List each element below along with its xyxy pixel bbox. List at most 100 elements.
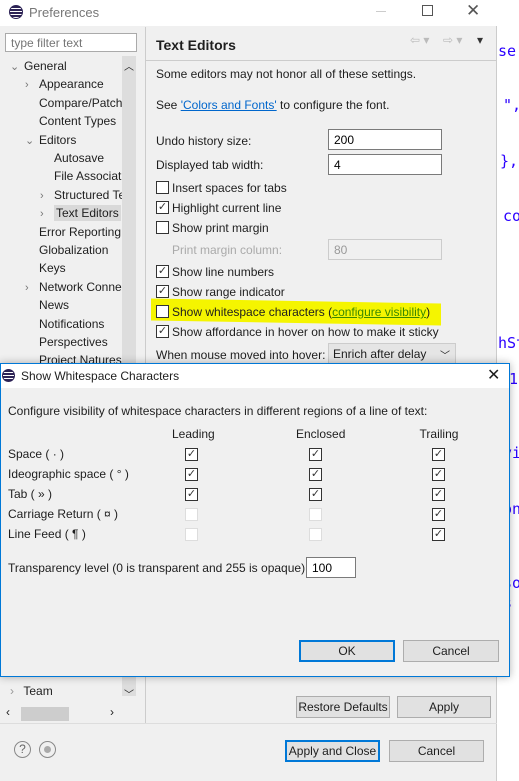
scroll-right-icon[interactable]: › — [110, 705, 114, 719]
tree-item-label: Autosave — [54, 151, 105, 165]
option-label: Highlight current line — [172, 201, 282, 215]
chevron-right-icon[interactable]: › — [40, 205, 54, 223]
whitespace-checkbox[interactable]: ✓ — [432, 488, 445, 501]
hover-select-value: Enrich after delay — [333, 347, 427, 361]
hover-select[interactable]: Enrich after delay ﹀ — [328, 343, 456, 365]
whitespace-checkbox — [185, 528, 198, 541]
tree-item[interactable]: Error Reporting — [25, 223, 121, 241]
configure-visibility-link[interactable]: configure visibility — [332, 305, 426, 319]
row-label: Ideographic space ( ° ) — [8, 467, 129, 481]
row-label: Line Feed ( ¶ ) — [8, 527, 86, 541]
restore-defaults-button[interactable]: Restore Defaults — [296, 696, 390, 718]
filter-input[interactable] — [5, 33, 137, 52]
tree-item[interactable]: News — [25, 296, 69, 314]
apply-and-close-button[interactable]: Apply and Close — [285, 740, 380, 762]
apply-button[interactable]: Apply — [397, 696, 491, 718]
nav-forward-icon[interactable]: ⇨ ▾ — [443, 33, 462, 47]
whitespace-checkbox — [309, 528, 322, 541]
whitespace-checkbox[interactable]: ✓ — [432, 528, 445, 541]
tree-item[interactable]: ⌄ General — [10, 57, 67, 75]
tree-item[interactable]: Content Types — [25, 112, 116, 130]
dialog-intro: Configure visibility of whitespace chara… — [8, 404, 428, 418]
tree-item[interactable]: › Structured Te — [40, 186, 122, 204]
tree-item-label: Network Conne — [39, 279, 122, 294]
tree-item-team[interactable]: › Team — [10, 682, 53, 700]
transparency-label: Transparency level (0 is transparent and… — [8, 561, 309, 575]
tree-item[interactable]: Perspectives — [25, 333, 108, 351]
whitespace-dialog: Show Whitespace Characters ✕ Configure v… — [0, 363, 510, 677]
page-title: Text Editors — [156, 37, 236, 53]
option-label: Insert spaces for tabs — [172, 181, 287, 195]
close-button[interactable]: ✕ — [466, 1, 480, 21]
tree-hscrollbar[interactable]: ‹ › — [0, 705, 136, 721]
tree-item[interactable]: › Appearance — [25, 75, 104, 93]
option-checkbox[interactable] — [156, 221, 169, 234]
chevron-right-icon[interactable]: › — [25, 76, 39, 94]
option-checkbox[interactable]: ✓ — [156, 285, 169, 298]
chevron-right-icon[interactable]: › — [25, 279, 39, 297]
dialog-cancel-button[interactable]: Cancel — [403, 640, 499, 662]
cancel-button[interactable]: Cancel — [389, 740, 484, 762]
tree-item[interactable]: Notifications — [25, 315, 104, 333]
help-icon[interactable]: ? — [14, 741, 31, 758]
whitespace-checkbox[interactable]: ✓ — [432, 508, 445, 521]
title-bar: Preferences ✕ — [0, 0, 497, 26]
whitespace-checkbox[interactable]: ✓ — [432, 448, 445, 461]
show-whitespace-checkbox[interactable] — [156, 305, 169, 318]
tree-item[interactable]: Globalization — [25, 241, 108, 259]
affordance-checkbox[interactable]: ✓ — [156, 325, 169, 338]
whitespace-checkbox[interactable]: ✓ — [309, 488, 322, 501]
whitespace-checkbox[interactable]: ✓ — [185, 468, 198, 481]
tree-item[interactable]: Keys — [25, 259, 66, 277]
tree-item[interactable]: ⌄ Editors — [25, 131, 76, 149]
tree-item-label: Appearance — [39, 77, 104, 92]
chevron-down-icon: ﹀ — [440, 351, 450, 362]
undo-history-input[interactable] — [328, 129, 442, 150]
column-header: Trailing — [419, 427, 459, 441]
tree-item-label: Notifications — [39, 316, 105, 331]
scroll-left-icon[interactable]: ‹ — [6, 705, 10, 719]
hscroll-thumb[interactable] — [21, 707, 69, 721]
tree-item-label: Structured Te — [54, 187, 122, 202]
whitespace-checkbox[interactable]: ✓ — [432, 468, 445, 481]
tab-width-label: Displayed tab width: — [156, 158, 264, 172]
scroll-up-icon[interactable]: ︿ — [124, 58, 134, 73]
whitespace-checkbox[interactable]: ✓ — [185, 448, 198, 461]
option-checkbox[interactable]: ✓ — [156, 265, 169, 278]
code-fragment: se — [498, 42, 517, 60]
record-icon[interactable] — [39, 741, 56, 758]
see-text: See 'Colors and Fonts' to configure the … — [156, 98, 390, 112]
affordance-label: Show affordance in hover on how to make … — [172, 325, 439, 339]
option-checkbox[interactable]: ✓ — [156, 201, 169, 214]
option-checkbox[interactable] — [156, 181, 169, 194]
whitespace-checkbox — [309, 508, 322, 521]
tree-item[interactable]: › Network Conne — [25, 278, 122, 296]
tree-item[interactable]: Autosave — [40, 149, 104, 167]
eclipse-logo-icon — [2, 369, 15, 382]
dialog-close-button[interactable]: ✕ — [487, 365, 500, 385]
ok-button[interactable]: OK — [299, 640, 395, 662]
whitespace-checkbox[interactable]: ✓ — [309, 448, 322, 461]
colors-fonts-link[interactable]: 'Colors and Fonts' — [181, 98, 277, 112]
chevron-down-icon[interactable]: ⌄ — [25, 132, 39, 150]
tree-item[interactable]: File Associat — [40, 167, 121, 185]
maximize-button[interactable] — [422, 5, 433, 16]
minimize-button[interactable] — [376, 11, 386, 12]
tree-item-label: File Associat — [54, 169, 122, 184]
column-header: Enclosed — [296, 427, 346, 441]
view-menu-icon[interactable]: ▾ — [477, 33, 483, 47]
tree-item[interactable]: › Text Editors — [40, 204, 121, 222]
print-margin-label: Print margin column: — [172, 243, 283, 257]
nav-back-icon[interactable]: ⇦ ▾ — [410, 33, 429, 47]
tree-item-label: Text Editors — [54, 205, 121, 222]
transparency-input[interactable] — [306, 557, 356, 578]
row-label: Carriage Return ( ¤ ) — [8, 507, 119, 521]
whitespace-checkbox — [185, 508, 198, 521]
whitespace-checkbox[interactable]: ✓ — [185, 488, 198, 501]
scroll-down-icon[interactable]: ﹀ — [124, 686, 134, 701]
tree-item[interactable]: Compare/Patch — [25, 94, 122, 112]
tab-width-input[interactable] — [328, 154, 442, 175]
chevron-down-icon[interactable]: ⌄ — [10, 58, 24, 76]
whitespace-checkbox[interactable]: ✓ — [309, 468, 322, 481]
chevron-right-icon[interactable]: › — [40, 187, 54, 205]
